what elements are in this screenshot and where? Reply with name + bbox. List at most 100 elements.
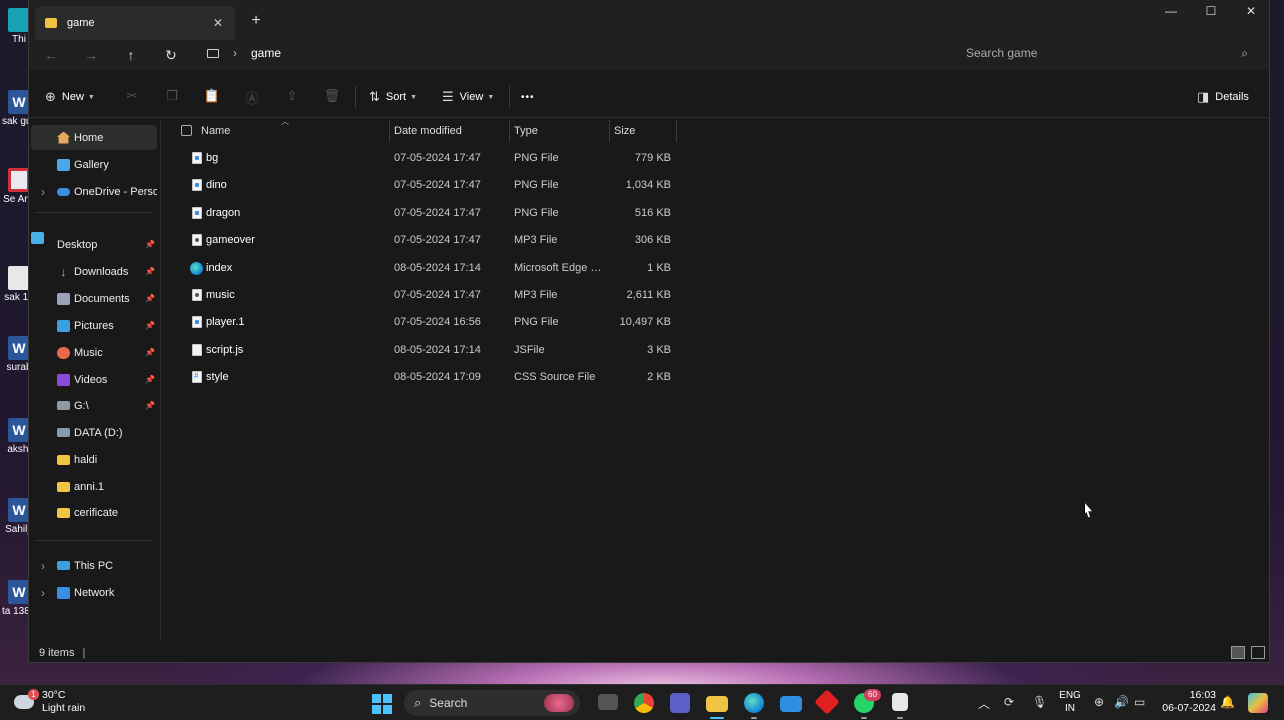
refresh-button[interactable]: ↻ [161,46,181,64]
sidebar-item-downloads[interactable]: ↓ Downloads 📌 [31,259,157,284]
minimize-button[interactable]: — [1151,4,1191,22]
file-size: 779 KB [634,152,671,164]
column-header-type[interactable]: Type [514,120,609,142]
table-row[interactable]: style 08-05-2024 17:09 CSS Source File 2 KB [161,364,681,391]
anydesk-icon[interactable] [814,689,840,715]
sidebar-item-g[interactable]: G:\ 📌 [31,393,157,418]
file-type: PNG File [514,316,559,329]
delete-icon[interactable]: 🗑 [323,88,341,106]
column-divider[interactable] [389,120,390,142]
sidebar-item-this-pc[interactable]: › This PC [31,553,157,578]
pin-icon: 📌 [145,348,155,357]
desktop-icon-label: Thi [12,34,26,45]
details-button[interactable]: ◨ Details [1197,88,1249,106]
title-bar: game ✕ + — ☐ ✕ [29,0,1269,40]
png-file-icon [192,316,202,329]
up-button[interactable]: ↑ [121,46,141,64]
clock[interactable]: 16:03 06-07-2024 [1160,689,1216,715]
view-button[interactable]: ☰ View ▼ [442,88,494,106]
sidebar-item-network[interactable]: › Network [31,580,157,605]
sync-icon[interactable]: ⟳ [1004,695,1014,709]
task-view-icon[interactable] [598,694,618,710]
chevron-up-icon[interactable]: ︿ [978,695,990,712]
weather-widget[interactable]: 1 30°C Light rain [14,689,85,715]
chevron-right-icon[interactable]: › [41,185,45,199]
column-header-date[interactable]: Date modified [394,120,509,142]
file-name: bg [206,152,219,164]
tab-close-button[interactable]: ✕ [211,16,225,30]
details-view-toggle[interactable] [1231,646,1245,659]
chevron-right-icon[interactable]: › [41,559,45,573]
large-icons-view-toggle[interactable] [1251,646,1265,659]
copy-icon[interactable]: ❐ [163,88,181,106]
column-header-name[interactable]: Name [201,120,389,142]
sidebar-item-onedrive-persona[interactable]: › OneDrive - Persona [31,179,157,204]
paste-icon[interactable]: 📋 [203,88,221,106]
new-tab-button[interactable]: + [247,12,265,30]
sidebar-item-gallery[interactable]: Gallery [31,152,157,177]
tab-title: game [67,17,95,29]
file-date: 08-05-2024 17:14 [394,343,481,356]
breadcrumb-current[interactable]: game [251,46,281,60]
file-explorer-icon[interactable] [706,696,728,712]
item-count: 9 items [39,647,75,659]
taskbar-search[interactable]: ⌕ Search [404,690,580,716]
column-divider[interactable] [609,120,610,142]
new-button[interactable]: ⊕ New ▼ [45,88,95,106]
chevron-right-icon[interactable]: › [41,586,45,600]
search-input[interactable]: Search game ⌕ [954,40,1260,66]
teams-icon[interactable] [670,693,690,713]
rename-icon[interactable]: Ⓐ [243,88,261,106]
maximize-button[interactable]: ☐ [1191,4,1231,22]
table-row[interactable]: dragon 07-05-2024 17:47 PNG File 516 KB [161,200,681,227]
more-options-button[interactable]: ••• [521,88,535,106]
pin-icon: 📌 [145,321,155,330]
copilot-icon[interactable] [1248,693,1268,713]
back-button[interactable]: ← [41,46,61,64]
sidebar-item-desktop[interactable]: Desktop 📌 [31,232,157,257]
notification-bell-icon[interactable]: 🔔 [1220,695,1235,709]
sort-button[interactable]: ⇅ Sort ▼ [369,88,417,106]
column-divider[interactable] [509,120,510,142]
table-row[interactable]: gameover 07-05-2024 17:47 MP3 File 306 KB [161,227,681,254]
sidebar-item-label: Music [74,346,103,359]
png-file-icon [192,206,202,219]
sidebar-item-videos[interactable]: Videos 📌 [31,367,157,392]
tab-game[interactable]: game ✕ [35,6,235,40]
sidebar-item-home[interactable]: Home [31,125,157,150]
sidebar-item-haldi[interactable]: haldi [31,447,157,472]
volume-icon[interactable]: 🔊 [1114,695,1129,709]
select-all-checkbox[interactable] [181,125,192,136]
sidebar-item-pictures[interactable]: Pictures 📌 [31,313,157,338]
sidebar-item-data-d[interactable]: DATA (D:) [31,420,157,445]
chrome-icon[interactable] [634,693,654,713]
sidebar-item-music[interactable]: Music 📌 [31,340,157,365]
table-row[interactable]: script.js 08-05-2024 17:14 JSFile 3 KB [161,337,681,364]
address-bar[interactable]: › game [197,40,947,66]
table-row[interactable]: bg 07-05-2024 17:47 PNG File 779 KB [161,145,681,172]
battery-icon[interactable]: ▭ [1134,695,1145,709]
cut-icon[interactable]: ✂ [123,88,141,106]
forward-button[interactable]: → [81,46,101,64]
sidebar-item-anni-1[interactable]: anni.1 [31,474,157,499]
share-icon[interactable]: ⇪ [283,88,301,106]
sidebar-item-documents[interactable]: Documents 📌 [31,286,157,311]
sidebar-item-cerificate[interactable]: cerificate [31,500,157,525]
notepad-icon[interactable] [892,693,908,711]
edge-icon[interactable] [744,693,764,713]
table-row[interactable]: player.1 07-05-2024 16:56 PNG File 10,497 K… [161,309,681,336]
table-row[interactable]: index 08-05-2024 17:14 Microsoft Edge HT..… [161,255,681,282]
language-indicator[interactable]: ENG IN [1058,689,1082,715]
column-header-size[interactable]: Size [614,120,676,142]
table-row[interactable]: dino 07-05-2024 17:47 PNG File 1,034 KB [161,172,681,199]
table-row[interactable]: music 07-05-2024 17:47 MP3 File 2,611 KB [161,282,681,309]
close-window-button[interactable]: ✕ [1231,4,1271,22]
sidebar-item-label: cerificate [74,506,119,519]
sort-icon: ⇅ [369,89,380,104]
network-icon[interactable]: ⊕ [1094,695,1104,709]
column-divider[interactable] [676,120,677,142]
word-document-icon: W [8,498,30,522]
mail-icon[interactable] [780,696,802,712]
windows-start-icon[interactable] [372,694,392,714]
microphone-icon[interactable]: 🎙 [1032,695,1047,709]
